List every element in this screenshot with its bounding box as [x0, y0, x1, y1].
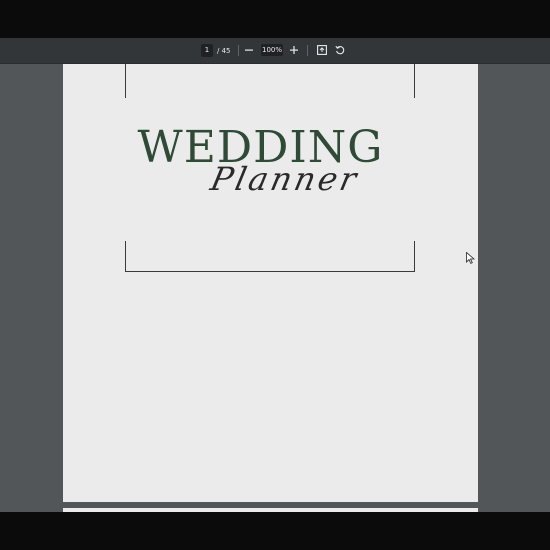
- frame-line: [125, 271, 415, 272]
- fit-to-page-button[interactable]: [313, 41, 331, 59]
- frame-line: [125, 64, 126, 98]
- zoom-in-button[interactable]: [285, 41, 303, 59]
- bottom-letterbox: [0, 512, 550, 550]
- mouse-cursor-icon: [466, 252, 475, 264]
- frame-line: [125, 241, 126, 272]
- document-subtitle: Planner: [207, 160, 363, 198]
- zoom-out-button[interactable]: [240, 41, 258, 59]
- top-letterbox: [0, 0, 550, 38]
- zoom-level-field[interactable]: 100%: [261, 44, 283, 56]
- page-number-input[interactable]: 1: [201, 44, 213, 57]
- plus-icon: [290, 46, 298, 54]
- toolbar-divider: [238, 45, 239, 56]
- frame-line: [414, 64, 415, 98]
- minus-icon: [245, 49, 253, 51]
- frame-line: [414, 241, 415, 272]
- rotate-icon: [335, 45, 345, 55]
- page-total-label: / 45: [217, 46, 231, 55]
- page-indicator: 1 / 45: [201, 38, 231, 63]
- rotate-button[interactable]: [331, 41, 349, 59]
- fit-to-page-icon: [317, 45, 327, 55]
- toolbar-divider: [307, 45, 308, 56]
